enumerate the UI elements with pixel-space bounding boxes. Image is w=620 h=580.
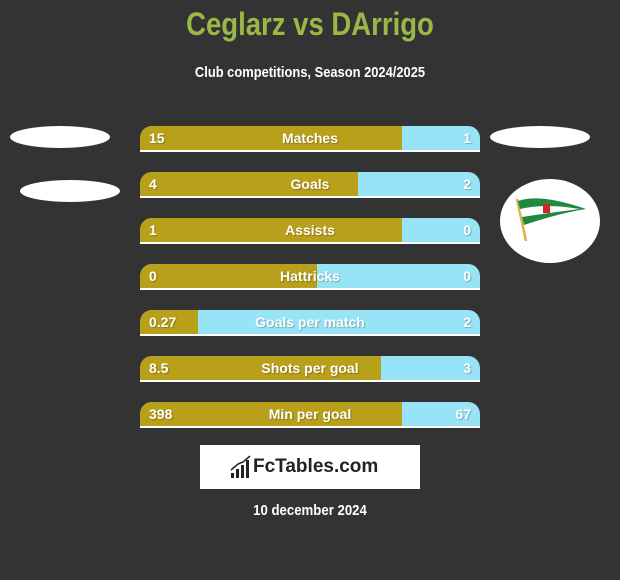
report-date: 10 december 2024 <box>253 502 367 519</box>
left-player-placeholder-2 <box>20 180 120 202</box>
right-player-placeholder <box>490 126 590 148</box>
stat-label: Min per goal <box>268 406 352 422</box>
stat-right-value: 3 <box>463 360 471 376</box>
stat-label: Matches <box>281 130 339 146</box>
stat-bar: 1 Assists 0 <box>140 218 480 244</box>
bar-chart-icon <box>230 455 251 478</box>
stat-label: Hattricks <box>280 268 340 284</box>
stat-label: Assists <box>285 222 335 238</box>
left-player-placeholder-1 <box>10 126 110 148</box>
brand-name: FcTables.com <box>253 456 379 477</box>
stat-bar: 15 Matches 1 <box>140 126 480 152</box>
stat-bar: 0 Hattricks 0 <box>140 264 480 290</box>
pennant-flag-icon <box>515 198 586 242</box>
stat-right-value: 67 <box>455 406 471 422</box>
stat-right-value: 0 <box>463 268 471 284</box>
stat-label: Goals per match <box>255 314 365 330</box>
stat-right-value: 0 <box>463 222 471 238</box>
stat-bar: 0.27 Goals per match 2 <box>140 310 480 336</box>
right-team-logo <box>500 179 600 263</box>
stat-bar: 4 Goals 2 <box>140 172 480 198</box>
stat-right-value: 2 <box>463 176 471 192</box>
page-title: Ceglarz vs DArrigo <box>186 6 434 42</box>
page-subtitle: Club competitions, Season 2024/2025 <box>194 64 426 81</box>
stat-bar: 398 Min per goal 67 <box>140 402 480 428</box>
stat-bar: 8.5 Shots per goal 3 <box>140 356 480 382</box>
brand-banner[interactable]: FcTables.com <box>200 445 420 489</box>
stat-label: Goals <box>290 176 330 192</box>
stat-right-value: 2 <box>463 314 471 330</box>
stat-label: Shots per goal <box>261 360 359 376</box>
stat-right-value: 1 <box>463 130 471 146</box>
